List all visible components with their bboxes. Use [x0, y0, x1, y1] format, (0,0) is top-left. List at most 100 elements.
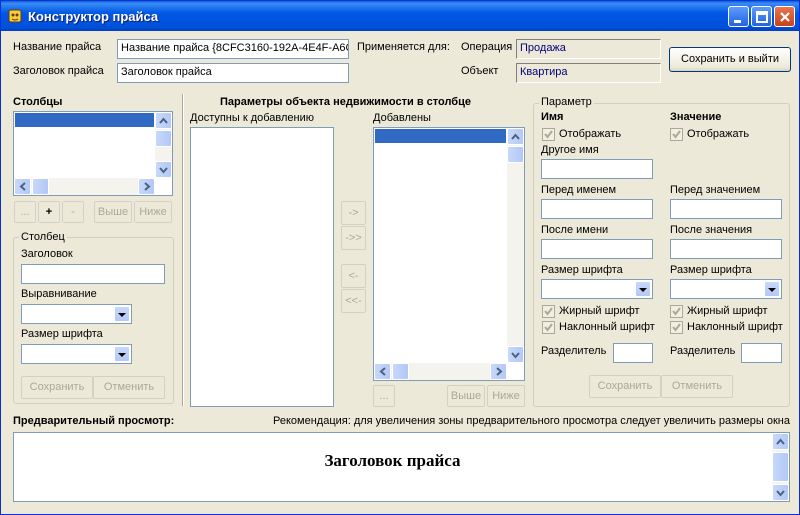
after-value-input[interactable]: [670, 239, 782, 259]
scroll-right-button[interactable]: [138, 178, 155, 195]
other-name-input[interactable]: [541, 159, 653, 179]
maximize-icon: [756, 11, 768, 23]
name-italic-checkbox[interactable]: [542, 321, 555, 334]
dropdown-button[interactable]: [114, 346, 130, 362]
params-title: Параметры объекта недвижимости в столбце: [220, 96, 471, 108]
scroll-right-button[interactable]: [490, 363, 507, 380]
dropdown-button[interactable]: [764, 281, 780, 297]
dropdown-button[interactable]: [114, 306, 130, 322]
window-title: Конструктор прайса: [28, 9, 159, 24]
preview-label: Предварительный просмотр:: [13, 415, 175, 427]
value-italic-checkbox[interactable]: [670, 321, 683, 334]
close-icon: [780, 12, 790, 22]
column-cancel-button[interactable]: Отменить: [93, 376, 165, 399]
price-name-input[interactable]: Название прайса {8CFC3160-192A-4E4F-A6Cl: [117, 39, 349, 59]
show-value-checkbox[interactable]: [670, 128, 683, 141]
name-heading: Имя: [541, 111, 564, 123]
after-name-input[interactable]: [541, 239, 653, 259]
price-header-label: Заголовок прайса: [13, 65, 104, 77]
value-bold-checkbox[interactable]: [670, 305, 683, 318]
scroll-thumb[interactable]: [507, 146, 524, 163]
title-bar[interactable]: Конструктор прайса: [1, 1, 799, 31]
added-label: Добавлены: [373, 112, 431, 124]
available-list[interactable]: [190, 127, 334, 407]
column-group-title: Столбец: [19, 231, 67, 243]
columns-hscroll[interactable]: [14, 178, 155, 195]
object-label: Объект: [461, 65, 499, 77]
column-save-button[interactable]: Сохранить: [21, 376, 93, 399]
remove-column-button[interactable]: -: [62, 201, 84, 223]
minimize-button[interactable]: [728, 6, 749, 27]
column-header-input[interactable]: [21, 264, 165, 284]
name-separator-input[interactable]: [613, 343, 653, 363]
after-value-label: После значения: [670, 224, 753, 236]
columns-vscroll[interactable]: [155, 112, 172, 178]
before-value-input[interactable]: [670, 199, 782, 219]
preview-recommendation: Рекомендация: для увеличения зоны предва…: [273, 415, 790, 427]
show-name-checkbox[interactable]: [542, 128, 555, 141]
parameter-group-title: Параметр: [539, 96, 594, 108]
scroll-thumb[interactable]: [392, 363, 409, 380]
scroll-up-button[interactable]: [155, 112, 172, 129]
parameter-cancel-button[interactable]: Отменить: [661, 375, 733, 398]
name-font-size-select[interactable]: [541, 279, 653, 299]
added-list[interactable]: [373, 127, 525, 381]
list-item-selected[interactable]: [15, 113, 154, 127]
arrow-down-icon: [776, 490, 785, 497]
splitter[interactable]: [182, 94, 184, 406]
added-hscroll[interactable]: [374, 363, 507, 380]
added-up-button[interactable]: Выше: [447, 385, 485, 407]
chevron-down-icon: [768, 288, 776, 292]
scroll-thumb[interactable]: [155, 130, 172, 147]
scroll-left-button[interactable]: [14, 178, 31, 195]
columns-list[interactable]: [13, 111, 173, 196]
save-and-exit-button[interactable]: Сохранить и выйти: [669, 47, 791, 72]
arrow-up-icon: [776, 438, 785, 445]
scroll-up-button[interactable]: [507, 128, 524, 145]
preview-vscroll[interactable]: [772, 433, 789, 501]
name-italic-label: Наклонный шрифт: [559, 321, 655, 333]
move-all-right-button[interactable]: ->>: [341, 226, 366, 250]
check-icon: [544, 323, 553, 332]
before-name-input[interactable]: [541, 199, 653, 219]
column-font-size-select[interactable]: [21, 344, 132, 364]
parameter-save-button[interactable]: Сохранить: [589, 375, 661, 398]
scroll-down-button[interactable]: [772, 484, 789, 501]
added-vscroll[interactable]: [507, 128, 524, 363]
scroll-left-button[interactable]: [374, 363, 391, 380]
arrow-right-icon: [496, 367, 503, 376]
name-bold-checkbox[interactable]: [542, 305, 555, 318]
add-column-button[interactable]: +: [38, 201, 60, 223]
column-down-button[interactable]: Ниже: [134, 201, 172, 223]
name-font-size-label: Размер шрифта: [541, 264, 623, 276]
dropdown-button[interactable]: [635, 281, 651, 297]
scroll-down-button[interactable]: [507, 346, 524, 363]
column-dots-button[interactable]: ...: [14, 201, 36, 223]
scroll-up-button[interactable]: [772, 433, 789, 450]
price-header-input[interactable]: Заголовок прайса: [117, 63, 349, 83]
minimize-icon: [734, 20, 741, 23]
move-left-button[interactable]: <-: [341, 264, 366, 288]
arrow-left-icon: [379, 367, 386, 376]
list-item-selected[interactable]: [375, 129, 506, 143]
column-up-button[interactable]: Выше: [94, 201, 132, 223]
operation-label: Операция: [461, 41, 513, 53]
move-right-button[interactable]: ->: [341, 201, 366, 225]
scroll-thumb[interactable]: [772, 452, 789, 482]
move-all-left-button[interactable]: <<-: [341, 289, 366, 313]
close-button[interactable]: [774, 6, 795, 27]
column-font-size-label: Размер шрифта: [21, 328, 103, 340]
value-font-size-select[interactable]: [670, 279, 782, 299]
value-separator-input[interactable]: [741, 343, 782, 363]
scroll-thumb[interactable]: [32, 178, 49, 195]
value-separator-label: Разделитель: [670, 345, 736, 357]
scroll-down-button[interactable]: [155, 161, 172, 178]
preview-area[interactable]: Заголовок прайса: [13, 432, 790, 502]
before-value-label: Перед значением: [670, 184, 761, 196]
added-dots-button[interactable]: ...: [373, 385, 395, 407]
price-constructor-window: Конструктор прайса Название прайса Назва…: [0, 0, 800, 515]
added-down-button[interactable]: Ниже: [487, 385, 525, 407]
after-name-label: После имени: [541, 224, 609, 236]
maximize-button[interactable]: [751, 6, 772, 27]
column-align-select[interactable]: [21, 304, 132, 324]
